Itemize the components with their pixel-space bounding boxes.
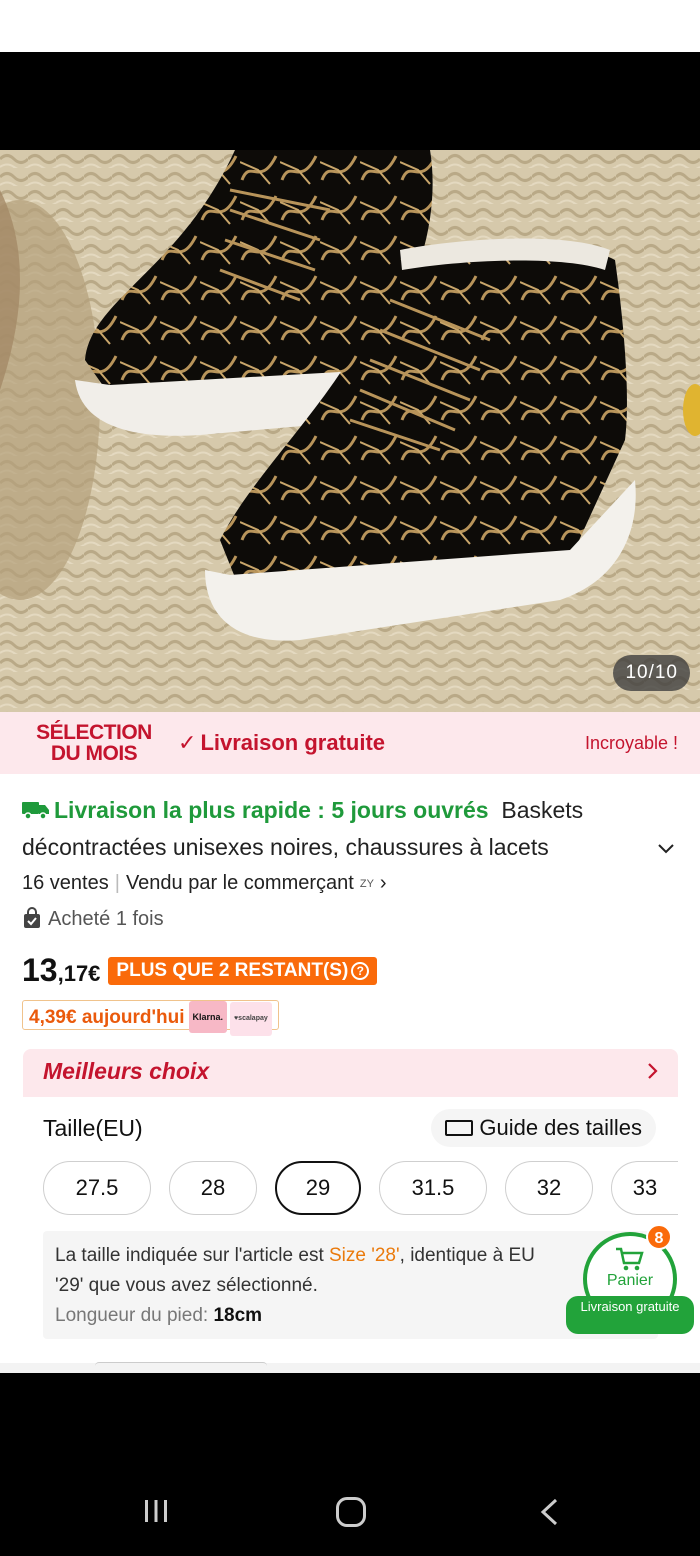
chevron-right-icon: › (379, 872, 387, 894)
chevron-right-icon[interactable] (642, 1061, 662, 1081)
check-icon: ✓ (178, 730, 197, 755)
cart-count-badge: 8 (646, 1224, 672, 1250)
header-band (0, 52, 700, 150)
size-option[interactable]: 32 (505, 1161, 593, 1215)
cart-free-shipping: Livraison gratuite (566, 1296, 694, 1334)
cart-icon (616, 1247, 644, 1271)
size-option[interactable]: 28 (169, 1161, 257, 1215)
selection-label: SÉLECTION DU MOIS (36, 721, 152, 765)
scalapay-logo: ♥scalapay (230, 1002, 272, 1036)
cart-label: Panier (606, 1272, 654, 1289)
incroyable-label: Incroyable ! (584, 733, 678, 753)
size-option-selected[interactable]: 29 (275, 1161, 361, 1215)
klarna-logo: Klarna. (188, 1001, 228, 1033)
help-icon: ? (351, 962, 370, 980)
image-counter: 10/10 (613, 655, 690, 691)
price-decimal: ,17€ (57, 961, 101, 986)
back-icon[interactable] (538, 1497, 560, 1527)
sneakers-photo (0, 150, 700, 712)
foot-length-label: Longueur du pied: (55, 1305, 214, 1326)
bought-row: Acheté 1 fois (22, 907, 164, 931)
product-image[interactable] (0, 150, 700, 712)
stock-badge[interactable]: PLUS QUE 2 RESTANT(S)? (108, 957, 378, 985)
fast-delivery-text: Livraison la plus rapide : 5 jours ouvré… (54, 797, 489, 823)
best-choices-title[interactable]: Meilleurs choix (43, 1058, 209, 1085)
seller-text: Vendu par le commerçant (125, 872, 354, 894)
status-bar-area (0, 0, 700, 52)
size-label: Taille(EU) (43, 1115, 143, 1141)
recent-apps-icon[interactable] (142, 1497, 170, 1525)
price-integer: 13 (22, 952, 58, 988)
sales-count: 16 ventes (22, 872, 109, 894)
home-icon[interactable] (336, 1497, 366, 1527)
size-option[interactable]: 33 (611, 1161, 678, 1215)
product-title: Livraison la plus rapide : 5 jours ouvré… (22, 792, 662, 866)
chevron-down-icon[interactable] (654, 836, 678, 860)
ruler-icon (445, 1120, 474, 1136)
cart-button[interactable]: Panier 8 Livraison gratuite (566, 1224, 694, 1334)
size-option[interactable]: 31.5 (379, 1161, 487, 1215)
size-option[interactable]: 27.5 (43, 1161, 151, 1215)
sales-seller-row[interactable]: 16 ventes | Vendu par le commerçant ZY › (22, 872, 387, 895)
price-row: 13,17€ PLUS QUE 2 RESTANT(S)? (22, 952, 378, 992)
promo-banner: SÉLECTION DU MOIS ✓ Livraison gratuite In… (0, 712, 700, 774)
installment-badge[interactable]: 4,39€ aujourd'hui Klarna. ♥scalapay (22, 1000, 279, 1036)
truck-icon (22, 802, 49, 820)
free-shipping-label: ✓ Livraison gratuite (178, 730, 386, 755)
size-guide-button[interactable]: Guide des tailles (431, 1109, 656, 1147)
shopping-bag-icon (24, 907, 40, 928)
seller-badge: ZY (359, 878, 374, 890)
foot-length-value: 18cm (213, 1305, 263, 1326)
next-section-peek (95, 1362, 267, 1366)
system-nav-bar (0, 1373, 700, 1556)
article-size: Size '28' (329, 1245, 400, 1266)
